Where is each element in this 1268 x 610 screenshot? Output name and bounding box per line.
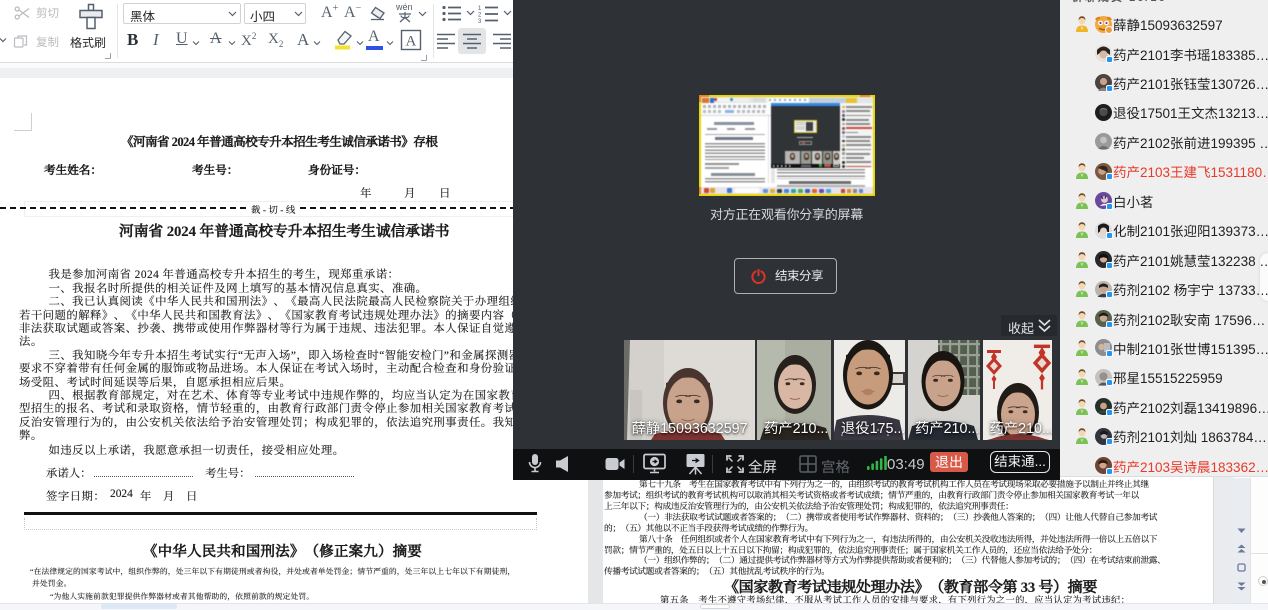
svg-text:2: 2 bbox=[478, 13, 482, 19]
svg-text:1: 1 bbox=[478, 6, 482, 12]
svg-text:wén: wén bbox=[395, 2, 413, 12]
svg-text:A: A bbox=[406, 34, 417, 50]
svg-text:3: 3 bbox=[478, 19, 482, 24]
